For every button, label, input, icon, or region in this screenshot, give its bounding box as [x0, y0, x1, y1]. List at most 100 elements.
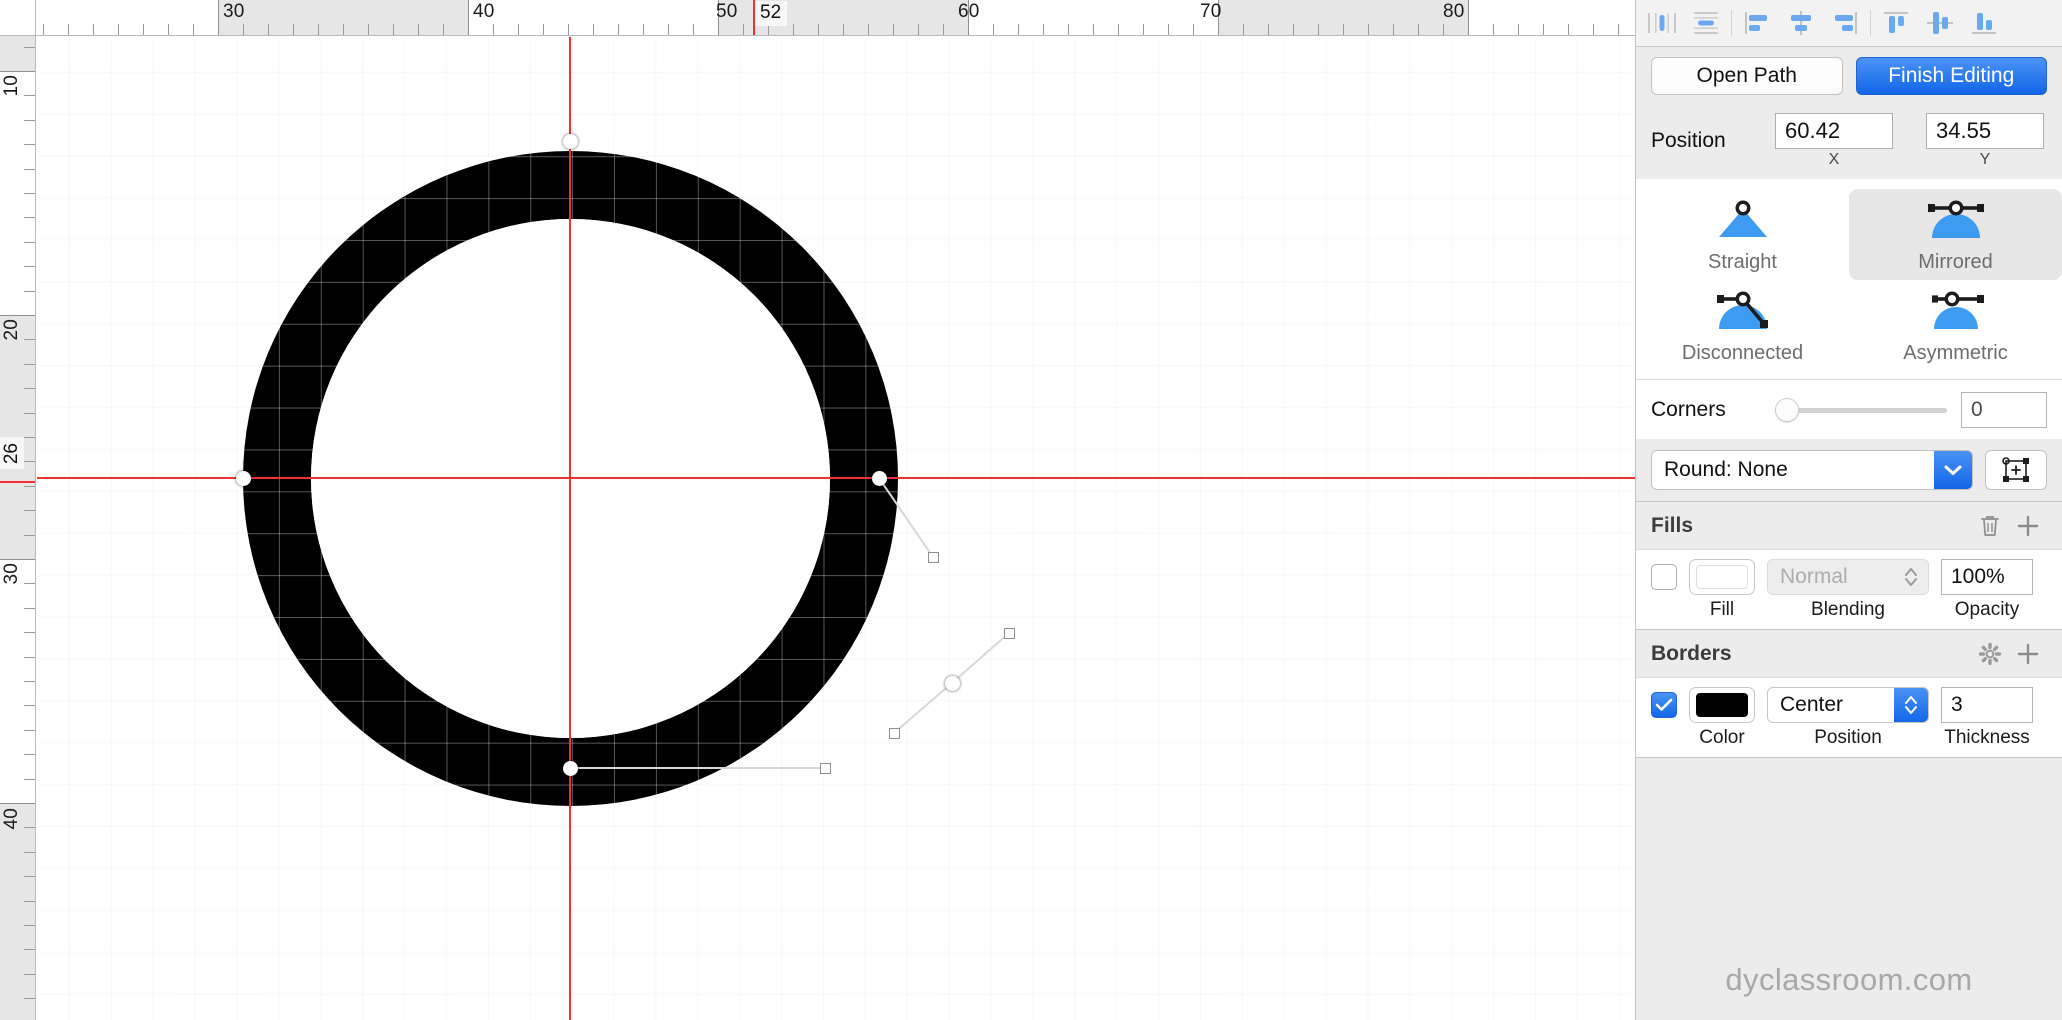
ruler-tick	[818, 24, 819, 35]
fills-title: Fills	[1651, 513, 1694, 537]
corners-slider[interactable]	[1775, 397, 1947, 422]
ruler-tick	[24, 949, 35, 951]
ruler-tick	[24, 607, 35, 609]
fills-delete-button[interactable]	[1971, 514, 2009, 538]
distribute-vertically-icon[interactable]	[1684, 3, 1728, 43]
ruler-tick	[493, 24, 494, 35]
ruler-tick	[0, 315, 35, 316]
borders-settings-button[interactable]	[1971, 642, 2009, 666]
stepper-icon[interactable]	[1894, 560, 1928, 594]
add-point-button[interactable]	[1985, 450, 2047, 490]
node-top[interactable]	[562, 133, 578, 149]
borders-header: Borders	[1636, 629, 2062, 677]
ruler-tick	[168, 24, 169, 35]
borders-add-button[interactable]	[2009, 642, 2047, 666]
position-label: Position	[1651, 129, 1726, 152]
border-position-select[interactable]: Center	[1767, 687, 1929, 723]
align-left-icon[interactable]	[1735, 3, 1779, 43]
corners-value-input[interactable]: 0	[1961, 391, 2047, 428]
ruler-tick	[418, 24, 419, 35]
ruler-tick	[68, 24, 69, 35]
node-type-straight[interactable]: Straight	[1636, 189, 1849, 280]
border-color-caption: Color	[1699, 727, 1745, 748]
canvas-area[interactable]: 30 40 50 60 70 80 52 10 20 30 40 26	[0, 0, 1635, 1020]
align-right-icon[interactable]	[1823, 3, 1867, 43]
ruler-tick	[24, 681, 35, 682]
ruler-tick	[1243, 24, 1244, 35]
drawing-surface[interactable]	[37, 37, 1635, 1020]
ruler-tick	[1593, 24, 1594, 35]
fill-color-swatch[interactable]	[1689, 559, 1755, 595]
align-middle-vertical-icon[interactable]	[1918, 3, 1962, 43]
ruler-tick	[24, 900, 35, 902]
fill-opacity-input[interactable]: 100%	[1941, 559, 2033, 595]
corners-slider-knob[interactable]	[1775, 397, 1799, 422]
borders-title: Borders	[1651, 641, 1732, 665]
ruler-tick	[24, 388, 35, 390]
position-x-input[interactable]: 60.42	[1775, 113, 1893, 149]
align-bottom-icon[interactable]	[1962, 3, 2006, 43]
fill-opacity-group: 100% Opacity	[1941, 559, 2033, 621]
ruler-tick	[43, 24, 44, 35]
fill-blending-group: Normal Blending	[1767, 559, 1929, 621]
ruler-tick	[1043, 24, 1044, 35]
node-type-asymmetric[interactable]: Asymmetric	[1849, 280, 2062, 371]
ruler-tick	[868, 24, 869, 35]
ruler-tick	[24, 412, 35, 414]
ruler-tick	[24, 485, 35, 487]
align-top-icon[interactable]	[1874, 3, 1918, 43]
ruler-tick	[24, 705, 35, 707]
ruler-tick	[24, 119, 35, 121]
fills-row: Fill Normal Blending 100% Opacity	[1636, 549, 2062, 629]
ruler-tick	[24, 973, 35, 975]
ruler-decade-shade	[0, 36, 35, 71]
ruler-tick	[24, 510, 35, 512]
ruler-tick	[24, 437, 35, 438]
fill-enabled-checkbox[interactable]	[1651, 564, 1677, 590]
node-bottom[interactable]	[562, 760, 578, 776]
ruler-tick	[1293, 24, 1294, 35]
ruler-tick	[24, 363, 35, 365]
align-center-horizontal-icon[interactable]	[1779, 3, 1823, 43]
vertical-ruler[interactable]: 10 20 30 40 26	[0, 36, 36, 1020]
node-type-mirrored[interactable]: Mirrored	[1849, 189, 2062, 280]
distribute-horizontally-icon[interactable]	[1640, 3, 1684, 43]
ruler-tick	[24, 754, 35, 756]
ruler-tick	[1468, 0, 1469, 35]
fills-add-button[interactable]	[2009, 514, 2047, 538]
handle-selected-b[interactable]	[888, 727, 900, 739]
open-path-button[interactable]: Open Path	[1651, 57, 1843, 95]
node-left[interactable]	[235, 470, 251, 486]
vertical-guide	[569, 37, 571, 1020]
inspector-filler	[1636, 757, 2062, 940]
ruler-tick	[24, 729, 35, 731]
stepper-icon[interactable]	[1894, 688, 1928, 722]
ruler-tick	[24, 95, 35, 97]
add-point-icon	[2002, 457, 2029, 482]
fill-blending-select[interactable]: Normal	[1767, 559, 1929, 595]
chevron-down-icon[interactable]	[1934, 451, 1972, 489]
ruler-tick	[0, 559, 35, 560]
node-right[interactable]	[871, 470, 887, 486]
corners-slider-track	[1797, 407, 1947, 413]
node-type-disconnected[interactable]: Disconnected	[1636, 280, 1849, 371]
trash-icon	[1981, 515, 1999, 536]
border-thickness-input[interactable]: 3	[1941, 687, 2033, 723]
horizontal-ruler[interactable]: 30 40 50 60 70 80 52	[0, 0, 1635, 36]
ruler-tick	[1493, 24, 1494, 35]
border-enabled-checkbox[interactable]	[1651, 692, 1677, 718]
ruler-tick	[618, 24, 619, 35]
ruler-tick	[243, 24, 244, 35]
position-y-input[interactable]: 34.55	[1926, 113, 2044, 149]
ruler-tick	[843, 24, 844, 35]
border-color-swatch[interactable]	[1689, 687, 1755, 723]
toolbar-divider	[1731, 10, 1732, 36]
toolbar-divider	[1870, 10, 1871, 36]
handle-right-lower[interactable]	[927, 551, 939, 563]
node-selected[interactable]	[944, 675, 960, 691]
handle-bottom-right[interactable]	[819, 762, 831, 774]
align-toolbar[interactable]	[1636, 0, 2062, 47]
finish-editing-button[interactable]: Finish Editing	[1855, 57, 2047, 95]
round-select[interactable]: Round: None	[1651, 450, 1973, 490]
handle-selected-a[interactable]	[1003, 627, 1015, 639]
